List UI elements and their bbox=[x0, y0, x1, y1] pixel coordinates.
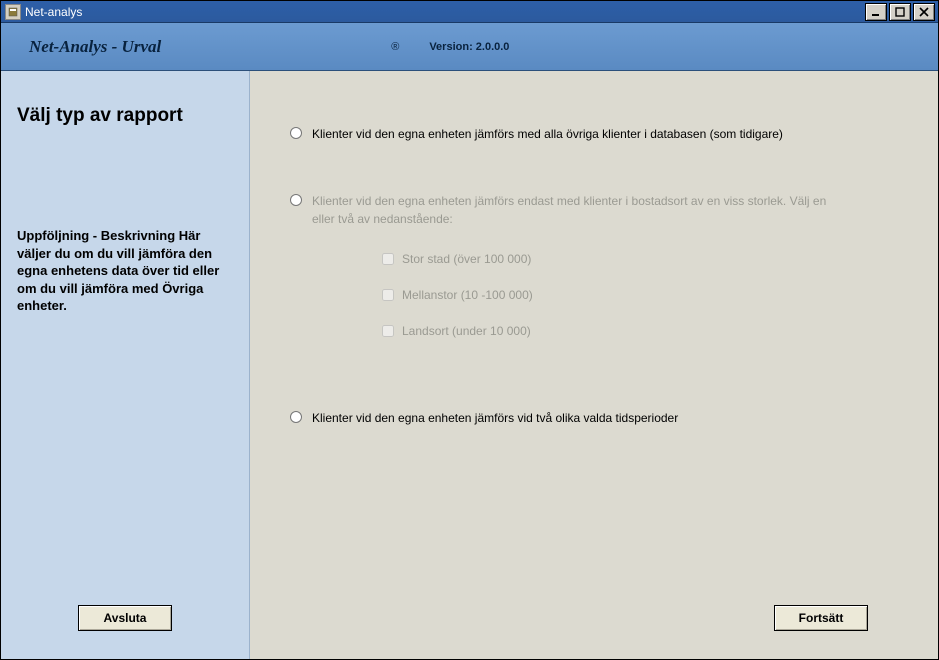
app-body: Välj typ av rapport Uppföljning - Beskri… bbox=[1, 71, 938, 659]
checkbox-label: Landsort (under 10 000) bbox=[402, 324, 531, 338]
checkbox-large-city[interactable]: Stor stad (över 100 000) bbox=[382, 252, 910, 266]
checkbox-label: Stor stad (över 100 000) bbox=[402, 252, 531, 266]
product-title: Net-Analys - Urval bbox=[29, 37, 161, 57]
checkbox-input-large-city[interactable] bbox=[382, 253, 394, 265]
checkbox-input-rural[interactable] bbox=[382, 325, 394, 337]
sub-header: Net-Analys - Urval ® Version: 2.0.0.0 bbox=[1, 23, 938, 71]
registered-mark: ® bbox=[391, 41, 399, 53]
radio-label: Klienter vid den egna enheten jämförs en… bbox=[312, 193, 852, 228]
app-icon bbox=[5, 4, 21, 20]
sidebar-heading: Välj typ av rapport bbox=[17, 105, 233, 127]
radio-input-two-periods[interactable] bbox=[290, 411, 302, 423]
sidebar: Välj typ av rapport Uppföljning - Beskri… bbox=[1, 71, 250, 659]
window-controls bbox=[865, 3, 935, 21]
city-size-checkbox-group: Stor stad (över 100 000) Mellanstor (10 … bbox=[382, 252, 910, 360]
radio-input-by-city-size[interactable] bbox=[290, 194, 302, 206]
continue-button[interactable]: Fortsätt bbox=[774, 605, 868, 631]
version-label: Version: 2.0.0.0 bbox=[429, 41, 509, 53]
minimize-button[interactable] bbox=[865, 3, 887, 21]
close-button[interactable] bbox=[913, 3, 935, 21]
radio-input-all-clients[interactable] bbox=[290, 127, 302, 139]
radio-option-all-clients[interactable]: Klienter vid den egna enheten jämförs me… bbox=[290, 126, 910, 143]
sidebar-description: Uppföljning - Beskrivning Här väljer du … bbox=[17, 227, 233, 315]
window-title: Net-analys bbox=[25, 5, 865, 19]
radio-label: Klienter vid den egna enheten jämförs vi… bbox=[312, 410, 678, 427]
radio-option-by-city-size[interactable]: Klienter vid den egna enheten jämförs en… bbox=[290, 193, 910, 228]
application-window: Net-analys Net-Analys - Urval ® Version:… bbox=[0, 0, 939, 660]
checkbox-label: Mellanstor (10 -100 000) bbox=[402, 288, 533, 302]
maximize-button[interactable] bbox=[889, 3, 911, 21]
main-panel: Klienter vid den egna enheten jämförs me… bbox=[250, 71, 938, 659]
title-bar: Net-analys bbox=[1, 1, 938, 23]
radio-label: Klienter vid den egna enheten jämförs me… bbox=[312, 126, 783, 143]
radio-option-two-periods[interactable]: Klienter vid den egna enheten jämförs vi… bbox=[290, 410, 910, 427]
exit-button[interactable]: Avsluta bbox=[78, 605, 172, 631]
checkbox-input-medium-city[interactable] bbox=[382, 289, 394, 301]
checkbox-rural[interactable]: Landsort (under 10 000) bbox=[382, 324, 910, 338]
checkbox-medium-city[interactable]: Mellanstor (10 -100 000) bbox=[382, 288, 910, 302]
